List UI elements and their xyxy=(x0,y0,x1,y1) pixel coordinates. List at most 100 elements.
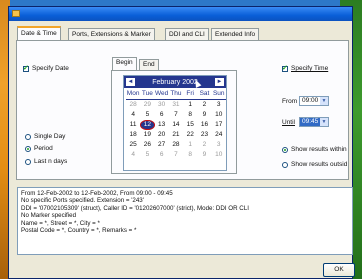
calendar-day[interactable]: 12 xyxy=(140,120,155,130)
calendar-day[interactable]: 16 xyxy=(197,120,211,130)
calendar-day-other-month[interactable]: 30 xyxy=(155,100,169,110)
calendar-day-other-month[interactable]: 6 xyxy=(155,150,169,160)
calendar-day-other-month[interactable]: 3 xyxy=(212,140,226,150)
weekday-label: Sat xyxy=(199,90,210,97)
subtab-end[interactable]: End xyxy=(139,59,159,70)
specify-date-checkbox[interactable]: Specify Date xyxy=(23,64,69,72)
specify-time-box[interactable] xyxy=(282,64,288,72)
month-calendar[interactable]: ◄ February 2002 ► Mon Tue Wed Thu Fri Sat Sun … xyxy=(123,75,227,171)
summary-line: From 12-Feb-2002 to 12-Feb-2002, From 09… xyxy=(21,190,173,197)
radio-show-within-circle[interactable] xyxy=(282,146,288,153)
weekday-label: Wed xyxy=(155,90,169,97)
prev-month-icon[interactable]: ◄ xyxy=(126,78,135,86)
calendar-day[interactable]: 23 xyxy=(197,130,211,140)
calendar-day-other-month[interactable]: 4 xyxy=(126,150,140,160)
calendar-day[interactable]: 6 xyxy=(155,110,169,120)
summary-line: Name = *, Street = *, City = * xyxy=(21,219,100,227)
radio-show-outside-label: Show results outsid xyxy=(291,161,348,168)
ok-button[interactable]: OK xyxy=(323,263,355,277)
calendar-day[interactable]: 24 xyxy=(212,130,226,140)
radio-period-circle[interactable] xyxy=(25,145,31,152)
calendar-day-other-month[interactable]: 31 xyxy=(169,100,183,110)
tab-ddi-cli[interactable]: DDI and CLI xyxy=(165,28,209,40)
calendar-day[interactable]: 25 xyxy=(126,140,140,150)
calendar-day[interactable]: 8 xyxy=(183,110,197,120)
radio-last-n-days-label: Last n days xyxy=(34,158,68,165)
calendar-day-other-month[interactable]: 8 xyxy=(183,150,197,160)
specify-date-box[interactable] xyxy=(23,64,29,72)
radio-period-label: Period xyxy=(34,145,53,152)
query-summary-textarea[interactable]: From 12-Feb-2002 to 12-Feb-2002, From 09… xyxy=(17,187,353,255)
calendar-day-other-month[interactable]: 10 xyxy=(212,150,226,160)
calendar-day[interactable]: 1 xyxy=(183,100,197,110)
radio-last-n-days[interactable]: Last n days xyxy=(25,158,67,165)
calendar-week-row: 28 29 30 31 1 2 3 xyxy=(126,100,226,110)
radio-show-within-label: Show results within xyxy=(291,146,347,153)
calendar-day-other-month[interactable]: 9 xyxy=(197,150,211,160)
weekday-label: Sun xyxy=(212,90,225,97)
calendar-day-other-month[interactable]: 28 xyxy=(126,100,140,110)
calendar-day[interactable]: 2 xyxy=(197,100,211,110)
radio-show-outside-circle[interactable] xyxy=(282,161,288,168)
from-time-value: 09:00 xyxy=(302,97,319,104)
title-bar[interactable] xyxy=(9,7,352,21)
summary-line: No Marker specified xyxy=(21,212,77,220)
calendar-day[interactable]: 22 xyxy=(183,130,197,140)
mouse-cursor-icon xyxy=(192,78,202,88)
calendar-day[interactable]: 13 xyxy=(155,120,169,130)
calendar-day[interactable]: 21 xyxy=(169,130,183,140)
calendar-day[interactable]: 11 xyxy=(126,120,140,130)
calendar-grid: Mon Tue Wed Thu Fri Sat Sun 28 29 30 31 1 2 3 4 5 6 7 8 9 1… xyxy=(126,89,226,160)
radio-show-outside[interactable]: Show results outsid xyxy=(282,161,347,168)
calendar-day-other-month[interactable]: 29 xyxy=(140,100,154,110)
weekday-label: Tue xyxy=(141,90,153,97)
calendar-month-label[interactable]: February 2002 xyxy=(152,79,198,86)
calendar-day[interactable]: 5 xyxy=(140,110,154,120)
radio-single-day-circle[interactable] xyxy=(25,133,31,140)
weekday-label: Thu xyxy=(170,90,182,97)
app-icon xyxy=(12,10,20,17)
tab-date-time[interactable]: Date & Time xyxy=(17,26,61,40)
weekday-label: Mon xyxy=(126,90,140,97)
weekday-row: Mon Tue Wed Thu Fri Sat Sun xyxy=(126,89,226,100)
calendar-day[interactable]: 7 xyxy=(169,110,183,120)
until-dropdown-icon[interactable]: ▼ xyxy=(320,118,328,126)
until-time-combo[interactable]: 09:45 ▼ xyxy=(299,117,329,127)
specify-time-checkbox[interactable]: Specify Time xyxy=(282,64,328,72)
date-time-panel: Specify Date Begin End ◄ February 2002 ►… xyxy=(16,40,349,180)
from-label: From xyxy=(282,98,298,105)
until-label: Until xyxy=(282,119,296,126)
from-time-combo[interactable]: 09:00 ▼ xyxy=(299,96,329,106)
calendar-day[interactable]: 20 xyxy=(155,130,169,140)
from-dropdown-icon[interactable]: ▼ xyxy=(320,97,328,105)
calendar-day[interactable]: 10 xyxy=(212,110,226,120)
calendar-day-other-month[interactable]: 2 xyxy=(197,140,211,150)
calendar-day[interactable]: 17 xyxy=(212,120,226,130)
calendar-day[interactable]: 28 xyxy=(169,140,183,150)
calendar-day-other-month[interactable]: 1 xyxy=(183,140,197,150)
calendar-day[interactable]: 4 xyxy=(126,110,140,120)
calendar-day[interactable]: 15 xyxy=(183,120,197,130)
calendar-day[interactable]: 27 xyxy=(155,140,169,150)
tab-ports-extensions-marker[interactable]: Ports, Extensions & Marker xyxy=(68,28,155,40)
radio-period[interactable]: Period xyxy=(25,145,53,152)
tab-extended-info[interactable]: Extended Info xyxy=(211,28,260,40)
calendar-day[interactable]: 9 xyxy=(197,110,211,120)
weekday-label: Fri xyxy=(186,90,194,97)
radio-single-day[interactable]: Single Day xyxy=(25,133,65,140)
calendar-day[interactable]: 14 xyxy=(169,120,183,130)
calendar-day[interactable]: 19 xyxy=(140,130,154,140)
summary-line: DDI = '07002105309' (struct), Caller ID … xyxy=(21,204,249,212)
calendar-day-other-month[interactable]: 5 xyxy=(140,150,154,160)
radio-show-within[interactable]: Show results within xyxy=(282,146,347,153)
calendar-week-row: 11 12 13 14 15 16 17 xyxy=(126,120,226,130)
next-month-icon[interactable]: ► xyxy=(215,78,224,86)
calendar-day-other-month[interactable]: 7 xyxy=(169,150,183,160)
subtab-begin[interactable]: Begin xyxy=(112,57,137,70)
calendar-week-row: 4 5 6 7 8 9 10 xyxy=(126,150,226,160)
radio-last-n-days-circle[interactable] xyxy=(25,158,31,165)
calendar-header: ◄ February 2002 ► xyxy=(124,76,226,88)
calendar-day[interactable]: 26 xyxy=(140,140,154,150)
calendar-day[interactable]: 3 xyxy=(212,100,226,110)
calendar-day[interactable]: 18 xyxy=(126,130,140,140)
